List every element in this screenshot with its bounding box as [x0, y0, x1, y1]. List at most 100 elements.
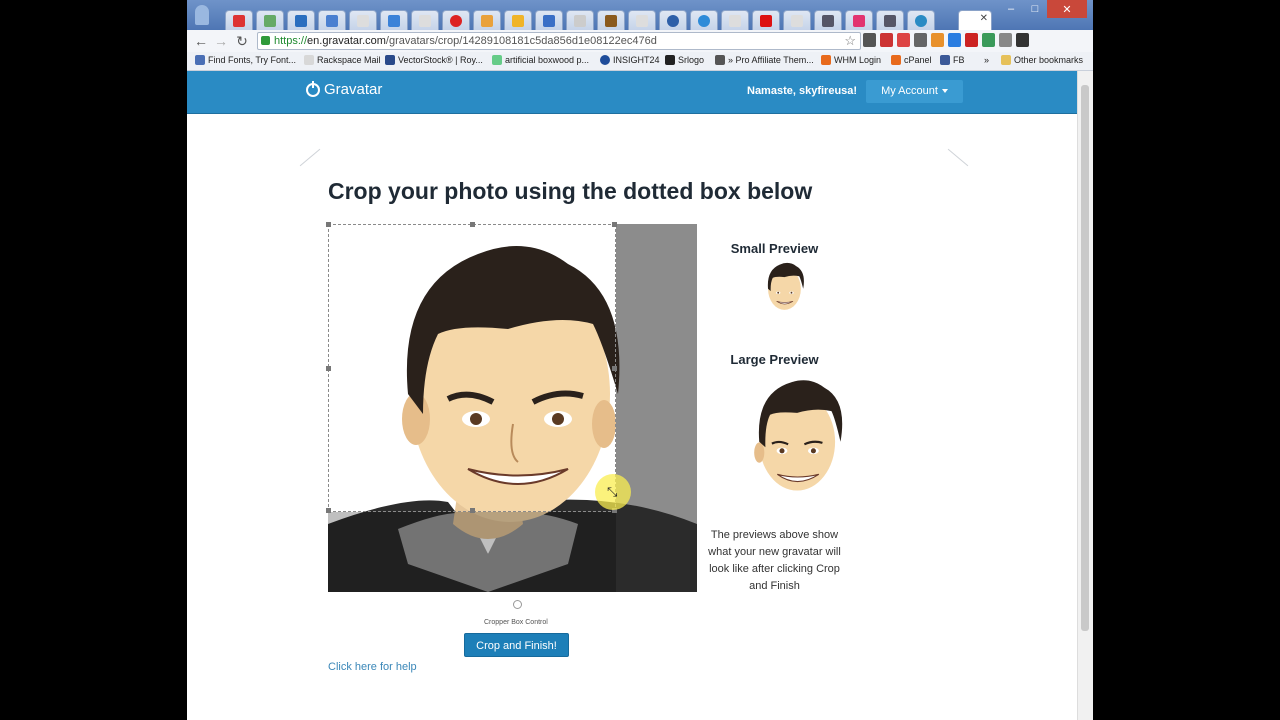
- browser-tab[interactable]: [752, 10, 780, 30]
- browser-tab[interactable]: [256, 10, 284, 30]
- bookmark-item[interactable]: » Pro Affiliate Them...: [715, 55, 814, 65]
- browser-tab[interactable]: [566, 10, 594, 30]
- small-preview-title: Small Preview: [730, 241, 819, 256]
- browser-tab[interactable]: [876, 10, 904, 30]
- browser-tab[interactable]: [318, 10, 346, 30]
- bookmark-item[interactable]: FB: [940, 55, 965, 65]
- extension-icon[interactable]: [948, 33, 961, 47]
- bookmarks-bar: Find Fonts, Try Font... Rackspace Mail V…: [187, 52, 1093, 71]
- tab-favicon-icon: [574, 15, 586, 27]
- extension-icon[interactable]: [914, 33, 927, 47]
- tab-favicon-icon: [450, 15, 462, 27]
- decorative-line: [299, 148, 321, 167]
- preview-note: The previews above show what your new gr…: [708, 529, 841, 592]
- bookmark-star-icon[interactable]: ☆: [844, 33, 856, 49]
- browser-tab[interactable]: [721, 10, 749, 30]
- browser-tab[interactable]: [814, 10, 842, 30]
- other-bookmarks[interactable]: Other bookmarks: [1001, 55, 1083, 65]
- gravatar-logo[interactable]: Gravatar: [306, 80, 382, 98]
- browser-tab[interactable]: [287, 10, 315, 30]
- close-window-icon[interactable]: ✕: [1047, 0, 1087, 18]
- settings-icon[interactable]: [999, 33, 1012, 47]
- page-title: Crop your photo using the dotted box bel…: [328, 178, 813, 204]
- site-header: Gravatar Namaste, skyfireusa! My Account: [187, 71, 1077, 114]
- bookmark-item[interactable]: artificial boxwood p...: [492, 55, 589, 65]
- rss-icon[interactable]: [931, 33, 944, 47]
- browser-tab[interactable]: [907, 10, 935, 30]
- browser-tab[interactable]: [225, 10, 253, 30]
- profile-icon[interactable]: [195, 5, 209, 25]
- bookmarks-overflow[interactable]: »: [984, 55, 989, 65]
- browser-tab[interactable]: [845, 10, 873, 30]
- bookmark-item[interactable]: Srlogo: [665, 55, 704, 65]
- browser-tab[interactable]: [535, 10, 563, 30]
- browser-tab[interactable]: [628, 10, 656, 30]
- window-controls: – □ ✕: [999, 0, 1087, 18]
- lock-icon: [261, 36, 270, 45]
- browser-tab[interactable]: [473, 10, 501, 30]
- bookmark-icon: [821, 55, 831, 65]
- tab-favicon-icon: [419, 15, 431, 27]
- browser-tab[interactable]: [411, 10, 439, 30]
- forward-icon[interactable]: →: [212, 32, 230, 50]
- tab-favicon-icon: [760, 15, 772, 27]
- address-bar[interactable]: https://en.gravatar.com/gravatars/crop/1…: [257, 32, 861, 50]
- cropper-control-icon[interactable]: [513, 600, 522, 609]
- tab-favicon-icon: [915, 15, 927, 27]
- resize-handle[interactable]: [470, 508, 475, 513]
- resize-handle[interactable]: [612, 366, 617, 371]
- extension-icon[interactable]: [863, 33, 876, 47]
- reload-icon[interactable]: ↻: [233, 32, 251, 50]
- browser-tab[interactable]: [504, 10, 532, 30]
- browser-tab[interactable]: [659, 10, 687, 30]
- browser-tab[interactable]: [380, 10, 408, 30]
- tab-favicon-icon: [791, 15, 803, 27]
- url-path: /gravatars/crop/14289108181c5da856d1e081…: [385, 35, 657, 47]
- bookmark-item[interactable]: Find Fonts, Try Font...: [195, 55, 296, 65]
- tab-favicon-icon: [853, 15, 865, 27]
- active-tab[interactable]: ✕: [958, 10, 992, 30]
- vertical-scrollbar[interactable]: [1077, 71, 1093, 720]
- bookmark-item[interactable]: Rackspace Mail: [304, 55, 381, 65]
- tab-strip: ✕ – □ ✕: [187, 0, 1093, 30]
- tab-favicon-icon: [822, 15, 834, 27]
- bookmark-item[interactable]: cPanel: [891, 55, 932, 65]
- tab-favicon-icon: [295, 15, 307, 27]
- browser-tab[interactable]: [597, 10, 625, 30]
- bookmark-icon: [665, 55, 675, 65]
- extension-icon[interactable]: [897, 33, 910, 47]
- maximize-icon[interactable]: □: [1023, 0, 1047, 18]
- resize-handle[interactable]: [326, 366, 331, 371]
- bookmark-icon: [600, 55, 610, 65]
- resize-handle[interactable]: [470, 222, 475, 227]
- greeting: Namaste, skyfireusa!: [747, 85, 858, 97]
- help-link[interactable]: Click here for help: [328, 661, 417, 673]
- resize-handle[interactable]: [326, 222, 331, 227]
- bookmark-item[interactable]: VectorStock® | Roy...: [385, 55, 483, 65]
- tab-favicon-icon: [326, 15, 338, 27]
- extension-icon[interactable]: [965, 33, 978, 47]
- bookmark-item[interactable]: INSIGHT24: [600, 55, 660, 65]
- browser-tab[interactable]: [349, 10, 377, 30]
- extension-icon[interactable]: [982, 33, 995, 47]
- crop-selection-box[interactable]: [326, 222, 617, 513]
- page-content: Gravatar Namaste, skyfireusa! My Account…: [187, 71, 1077, 720]
- tab-favicon-icon: [636, 15, 648, 27]
- power-logo-icon: [306, 80, 320, 97]
- browser-tab[interactable]: [442, 10, 470, 30]
- extension-icon[interactable]: [880, 33, 893, 47]
- crop-and-finish-button[interactable]: Crop and Finish!: [464, 633, 569, 657]
- my-account-button[interactable]: My Account: [866, 80, 963, 103]
- scrollbar-thumb[interactable]: [1081, 85, 1089, 631]
- resize-handle[interactable]: [326, 508, 331, 513]
- back-icon[interactable]: ←: [192, 32, 210, 50]
- tab-favicon-icon: [481, 15, 493, 27]
- tab-favicon-icon: [543, 15, 555, 27]
- browser-tab[interactable]: [783, 10, 811, 30]
- bookmark-item[interactable]: WHM Login: [821, 55, 881, 65]
- resize-handle[interactable]: [612, 222, 617, 227]
- close-tab-icon[interactable]: ✕: [980, 13, 988, 24]
- menu-icon[interactable]: [1016, 33, 1029, 47]
- browser-tab[interactable]: [690, 10, 718, 30]
- minimize-icon[interactable]: –: [999, 0, 1023, 18]
